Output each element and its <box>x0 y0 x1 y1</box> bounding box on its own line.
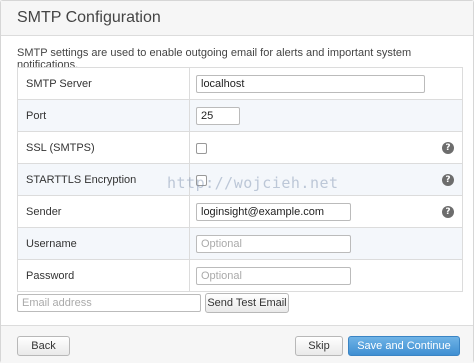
send-test-email-button[interactable]: Send Test Email <box>205 293 289 313</box>
question-mark-icon[interactable]: ? <box>442 141 454 154</box>
starttls-label: STARTTLS Encryption <box>17 163 190 196</box>
skip-button[interactable]: Skip <box>295 336 343 356</box>
row-username: Username <box>17 227 463 260</box>
panel-footer: Back Skip Save and Continue <box>1 325 473 363</box>
ssl-label: SSL (SMTPS) <box>17 131 190 164</box>
sender-input[interactable] <box>196 202 351 221</box>
username-label: Username <box>17 227 190 260</box>
page-title: SMTP Configuration <box>17 9 161 26</box>
row-port: Port <box>17 99 463 132</box>
save-and-continue-button[interactable]: Save and Continue <box>348 336 460 356</box>
username-input[interactable] <box>196 234 351 253</box>
ssl-checkbox[interactable] <box>196 142 207 154</box>
row-starttls: STARTTLS Encryption ? <box>17 163 463 196</box>
panel-header: SMTP Configuration <box>1 1 473 36</box>
starttls-checkbox[interactable] <box>196 174 207 186</box>
settings-table: SMTP Server Port SSL (SMTPS) ? STARTTLS … <box>17 67 463 292</box>
smtp-server-input[interactable] <box>196 74 425 93</box>
password-label: Password <box>17 259 190 292</box>
back-button[interactable]: Back <box>17 336 70 356</box>
port-label: Port <box>17 99 190 132</box>
password-input[interactable] <box>196 266 351 285</box>
sender-label: Sender <box>17 195 190 228</box>
smtp-server-label: SMTP Server <box>17 67 190 100</box>
row-ssl: SSL (SMTPS) ? <box>17 131 463 164</box>
question-mark-icon[interactable]: ? <box>442 205 454 218</box>
row-smtp-server: SMTP Server <box>17 67 463 100</box>
smtp-config-panel: SMTP Configuration SMTP settings are use… <box>0 0 474 363</box>
port-input[interactable] <box>196 106 240 125</box>
test-email-input[interactable] <box>17 294 201 312</box>
question-mark-icon[interactable]: ? <box>442 173 454 186</box>
row-password: Password <box>17 259 463 292</box>
row-sender: Sender ? <box>17 195 463 228</box>
